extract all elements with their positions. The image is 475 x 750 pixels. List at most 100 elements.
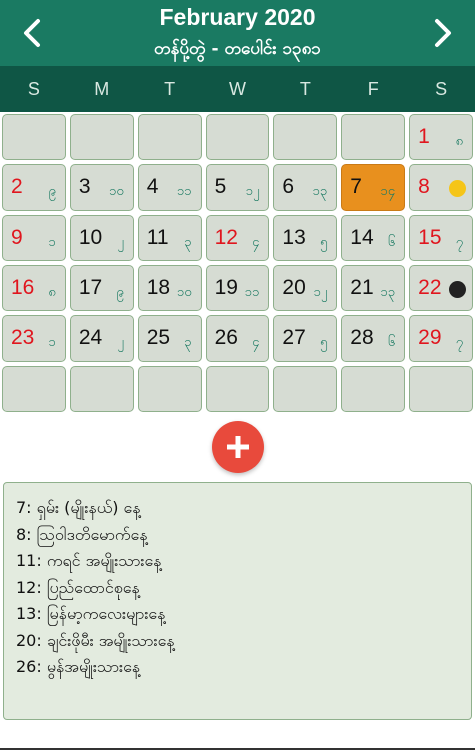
myanmar-day-number: ၁ (48, 234, 56, 250)
day-number: 16 (11, 275, 35, 299)
weekday-label: S (435, 79, 448, 99)
day-number: 6 (282, 175, 295, 199)
myanmar-day-number: ၇ (455, 335, 463, 351)
day-cell[interactable]: 15 ၇ (409, 214, 473, 261)
empty-day-cell (273, 114, 338, 161)
empty-day-cell (205, 114, 270, 161)
day-cell[interactable]: 24 ၂ (69, 315, 134, 362)
day-number: 17 (78, 275, 103, 299)
month-title: February 2020 (159, 4, 316, 30)
myanmar-day-number: ၄ (252, 234, 260, 250)
myanmar-day-number: ၁၀ (109, 184, 124, 200)
event-item[interactable]: 13: မြန်မာ့ကလေးများနေ့ (16, 601, 471, 628)
day-number: 8 (418, 175, 430, 199)
weekday-label: F (367, 79, 379, 99)
day-number: 12 (214, 225, 238, 249)
myanmar-day-number: ၂ (117, 335, 124, 351)
day-cell[interactable]: 6 ၁၃ (273, 164, 338, 211)
day-cell[interactable]: 1၈ (409, 114, 473, 161)
myanmar-day-number: ၈ (455, 134, 463, 149)
events-list: 7: ရှမ်း (မျိုးနယ်) နေ့ 8: ဩဝါဒတိမောက်နေ… (3, 482, 472, 720)
day-number: 2 (11, 175, 23, 199)
weekday-label: T (299, 79, 311, 99)
empty-day-cell (69, 365, 134, 412)
add-event-button[interactable] (212, 421, 264, 473)
empty-day-cell (2, 114, 66, 161)
day-cell[interactable]: 28 ၆ (341, 315, 406, 362)
day-number: 5 (214, 175, 227, 199)
event-item[interactable]: 11: ကရင် အမျိုးသားနေ့ (16, 548, 471, 575)
empty-day-cell (137, 114, 202, 161)
myanmar-day-number: ၁၀ (176, 284, 192, 300)
weekday-header: S M T W T F S (0, 66, 475, 112)
day-number: 25 (146, 326, 171, 350)
weekday-label: M (94, 79, 110, 99)
event-item[interactable]: 20: ချင်းဖိုမီး အမျိုးသားနေ့ (16, 628, 471, 655)
day-cell[interactable]: 26 ၄ (205, 315, 270, 362)
day-cell[interactable]: 8 (409, 164, 473, 211)
day-number: 19 (214, 275, 238, 299)
myanmar-day-number: ၅ (319, 234, 328, 250)
event-item[interactable]: 26: မွန်အမျိုးသားနေ့ (16, 654, 471, 681)
day-cell[interactable]: 5 ၁၂ (205, 164, 270, 211)
weekday-label: T (164, 79, 176, 99)
day-number: 15 (418, 225, 442, 249)
day-cell[interactable]: 13 ၅ (273, 214, 338, 261)
myanmar-day-number: ၁၁ (176, 184, 192, 200)
event-item[interactable]: 12: ပြည်ထောင်စုနေ့ (16, 575, 471, 602)
day-cell[interactable]: 17 ၉ (69, 264, 134, 312)
day-number: 9 (11, 225, 23, 249)
myanmar-day-number: ၁၁ (244, 284, 260, 300)
day-cell[interactable]: 25 ၃ (137, 315, 202, 362)
day-cell[interactable]: 14 ၆ (341, 214, 406, 261)
day-cell[interactable]: 7 ၁၄ (341, 164, 406, 211)
empty-day-cell (409, 365, 473, 412)
day-cell[interactable]: 16 ၈ (2, 264, 66, 312)
day-cell[interactable]: 9၁ (2, 214, 66, 261)
myanmar-day-number: ၉ (48, 184, 56, 200)
day-cell[interactable]: 2၉ (2, 164, 66, 211)
day-cell[interactable]: 4 ၁၁ (137, 164, 202, 211)
day-number: 13 (282, 225, 306, 249)
day-cell[interactable]: 3 ၁၀ (69, 164, 134, 211)
day-number: 4 (146, 175, 159, 199)
myanmar-day-number: ၄ (252, 335, 260, 351)
myanmar-day-number: ၂ (117, 234, 124, 250)
myanmar-day-number: ၉ (116, 284, 124, 300)
day-cell[interactable]: 23 ၁ (2, 315, 66, 362)
empty-day-cell (205, 365, 270, 412)
empty-day-cell (2, 365, 66, 412)
empty-day-cell (341, 114, 406, 161)
day-number: 21 (350, 275, 374, 299)
full-moon-icon (449, 180, 466, 198)
myanmar-day-number: ၃ (184, 335, 192, 351)
day-number: 20 (282, 275, 306, 299)
myanmar-day-number: ၈ (48, 284, 56, 300)
day-cell[interactable]: 22 (409, 264, 473, 312)
day-number: 29 (418, 326, 442, 350)
empty-day-cell (137, 365, 202, 412)
empty-day-cell (341, 365, 406, 412)
day-cell[interactable]: 19 ၁၁ (205, 264, 270, 312)
day-number: 23 (11, 326, 35, 350)
next-month-button[interactable] (423, 13, 463, 53)
day-number: 1 (418, 125, 430, 148)
day-cell[interactable]: 27 ၅ (273, 315, 338, 362)
calendar-grid: 1 ၈ 2 ၉ 3 ၁၀ 4 ၁၁ 5 ၁၂ 6 ၁၃ 7 ၁၄ 8 9 ၁ 10 ၂ 11 ၃ 12 ၄ 13 ၅ 14 ၆ 15 ၇… (2, 114, 473, 412)
day-number: 3 (78, 175, 91, 199)
myanmar-day-number: ၆ (387, 335, 396, 351)
day-cell[interactable]: 21 ၁၃ (341, 264, 406, 312)
myanmar-month-subtitle: တန်ပို့တွဲ - တပေါင်း ၁၃၈၁ (154, 39, 321, 59)
day-cell[interactable]: 20 ၁၂ (273, 264, 338, 312)
day-cell[interactable]: 18 ၁၀ (137, 264, 202, 312)
day-cell[interactable]: 12 ၄ (205, 214, 270, 261)
day-cell[interactable]: 10 ၂ (69, 214, 134, 261)
day-number: 18 (146, 275, 171, 299)
event-item[interactable]: 8: ဩဝါဒတိမောက်နေ့ (16, 522, 471, 549)
day-number: 24 (78, 326, 103, 350)
event-item[interactable]: 7: ရှမ်း (မျိုးနယ်) နေ့ (16, 495, 471, 522)
day-cell[interactable]: 29 ၇ (409, 315, 473, 362)
myanmar-day-number: ၇ (455, 234, 463, 250)
myanmar-day-number: ၅ (319, 335, 328, 351)
day-cell[interactable]: 11 ၃ (137, 214, 202, 261)
